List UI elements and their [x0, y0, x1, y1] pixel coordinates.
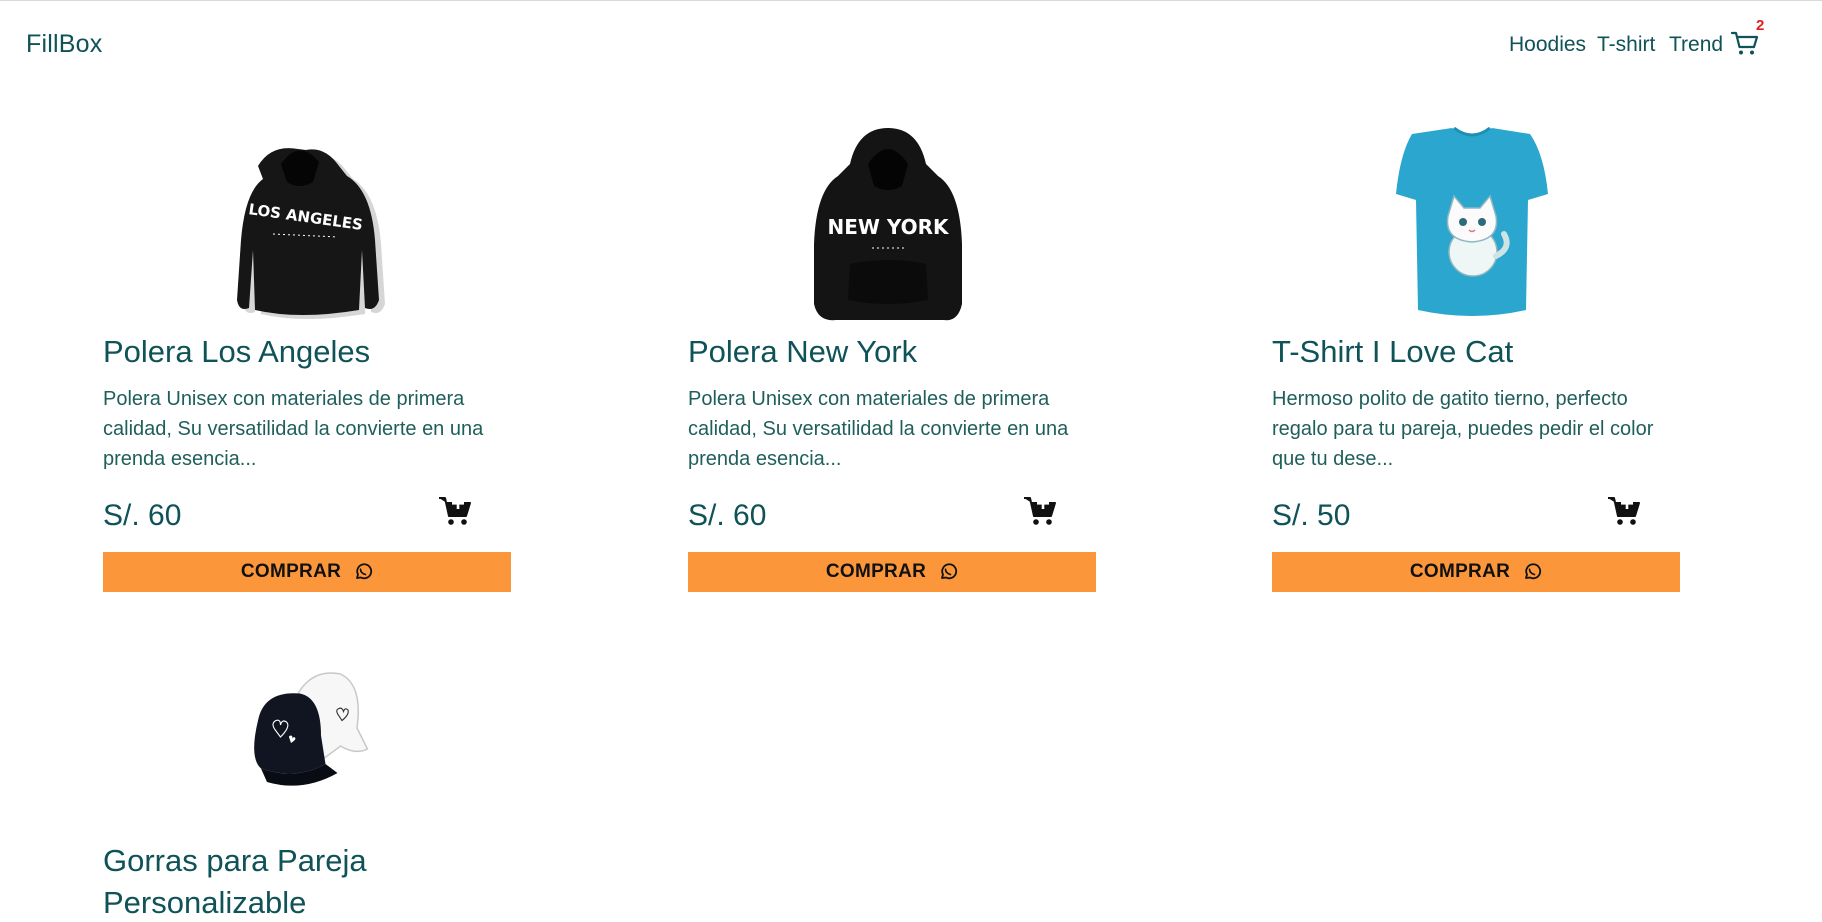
buy-button-label: COMPRAR — [240, 561, 342, 582]
brand-logo[interactable]: FillBox — [26, 30, 102, 59]
add-to-cart-icon[interactable] — [1023, 494, 1057, 528]
nav-link-hoodies[interactable]: Hoodies — [1509, 33, 1586, 57]
product-description: Polera Unisex con materiales de primera … — [688, 388, 1069, 470]
product-price: S/. 60 — [688, 499, 767, 532]
nav-link-trend[interactable]: Trend — [1669, 33, 1723, 57]
product-title[interactable]: T-Shirt I Love Cat — [1272, 332, 1680, 372]
product-price: S/. 50 — [1272, 499, 1351, 532]
buy-button[interactable]: COMPRAR — [688, 552, 1096, 592]
add-to-cart-icon[interactable] — [1607, 494, 1641, 528]
product-card: T-Shirt I Love Cat Hermoso polito de gat… — [1272, 124, 1680, 604]
whatsapp-icon — [356, 563, 373, 580]
whatsapp-icon — [1525, 563, 1542, 580]
product-title[interactable]: Polera Los Angeles — [103, 332, 511, 372]
product-card: Gorras para Pareja Personalizable — [103, 668, 511, 922]
product-image-hoodie-los-angeles: LOS ANGELES — [203, 124, 403, 324]
buy-button[interactable]: COMPRAR — [1272, 552, 1680, 592]
cart-count-badge: 2 — [1756, 17, 1765, 34]
product-card: LOS ANGELES Polera Los Angeles Polera Un… — [103, 124, 511, 604]
top-border — [0, 0, 1822, 1]
nav-link-tshirt[interactable]: T-shirt — [1597, 33, 1655, 57]
add-to-cart-icon[interactable] — [438, 494, 472, 528]
product-description: Polera Unisex con materiales de primera … — [103, 388, 484, 470]
product-description: Hermoso polito de gatito tierno, perfect… — [1272, 388, 1654, 470]
product-title[interactable]: Gorras para Pareja Personalizable — [103, 840, 511, 922]
product-price: S/. 60 — [103, 499, 182, 532]
hoodie-print-text: NEW YORK — [827, 215, 950, 239]
buy-button-label: COMPRAR — [1409, 561, 1511, 582]
product-title[interactable]: Polera New York — [688, 332, 1096, 372]
buy-button-label: COMPRAR — [825, 561, 927, 582]
product-image-tshirt-cat — [1372, 124, 1572, 324]
buy-button[interactable]: COMPRAR — [103, 552, 511, 592]
product-card: NEW YORK Polera New York Polera Unisex c… — [688, 124, 1096, 604]
product-image-couple-caps — [228, 668, 378, 818]
whatsapp-icon — [941, 563, 958, 580]
product-image-hoodie-new-york: NEW YORK — [788, 124, 988, 324]
